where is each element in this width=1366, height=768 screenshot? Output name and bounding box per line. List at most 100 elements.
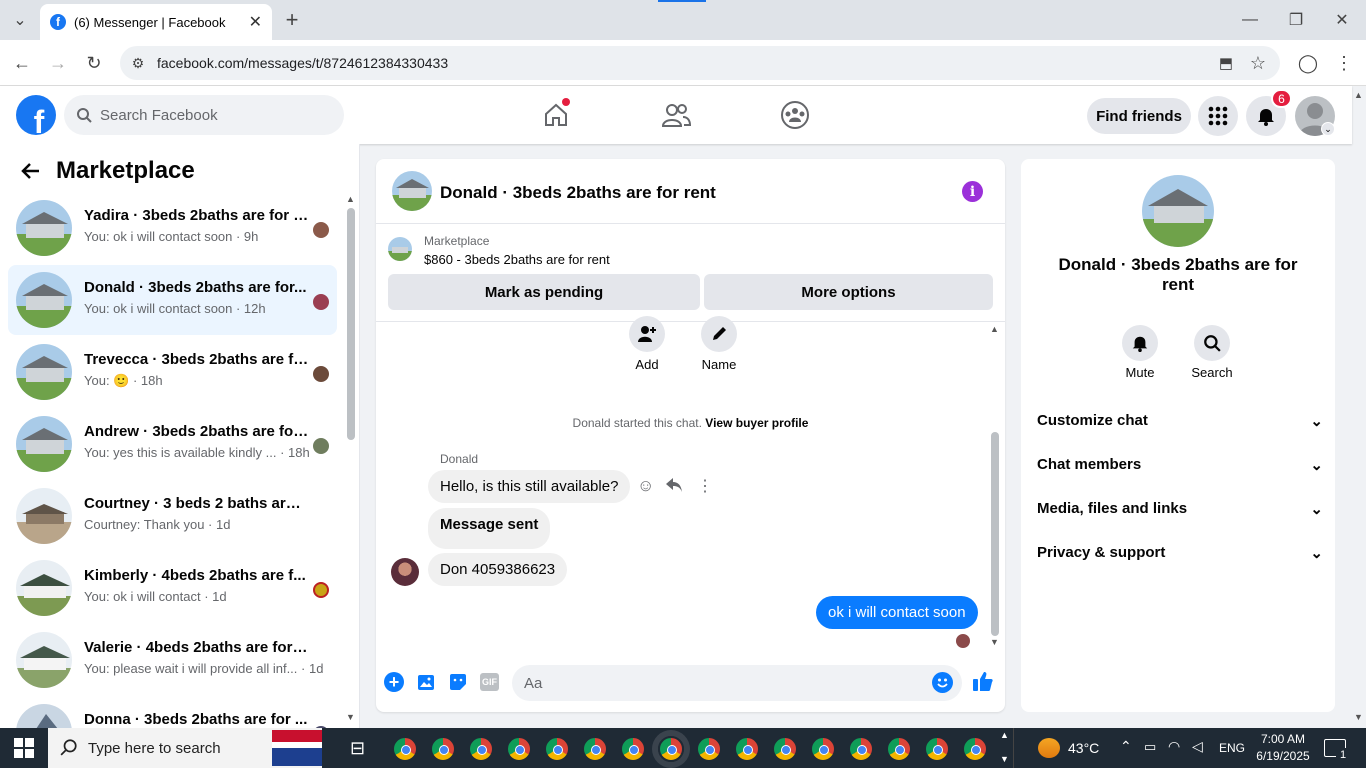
more-options-button[interactable]: More options [704,274,993,310]
chat-listing-avatar[interactable] [392,171,432,211]
customize-chat-row[interactable]: Customize chat ⌄ [1037,412,1323,430]
thumbs-up-icon[interactable] [972,670,994,697]
install-app-icon[interactable]: ⬒ [1212,49,1240,77]
minimize-icon[interactable]: — [1236,6,1264,34]
more-actions-icon[interactable]: ⋮ [697,476,713,496]
battery-icon[interactable]: ▭ [1144,739,1156,755]
show-hidden-icons-icon[interactable]: ⌃ [1120,738,1132,755]
chrome-taskbar-app-icon[interactable] [734,736,760,762]
conversation-item[interactable]: Valerie · 4beds 2baths are for rent You:… [8,625,337,695]
add-person-icon[interactable] [629,316,665,352]
conversation-item[interactable]: Andrew · 3beds 2baths are for... You: ye… [8,409,337,479]
taskbar-scroll-down-icon[interactable]: ▼ [1000,754,1009,764]
new-tab-icon[interactable]: + [278,6,306,34]
privacy-support-row[interactable]: Privacy & support ⌄ [1037,544,1323,562]
site-info-icon[interactable]: ⚙ [124,49,152,77]
emoji-icon[interactable] [932,672,953,693]
chrome-taskbar-app-icon[interactable] [506,736,532,762]
chrome-taskbar-app-icon[interactable] [392,736,418,762]
facebook-search-input[interactable]: Search Facebook [64,95,344,135]
friends-icon[interactable] [659,98,693,132]
chat-scrollbar[interactable] [991,432,999,636]
conversation-item[interactable]: Donna · 3beds 2baths are for ... [8,697,337,728]
conversation-item[interactable]: Courtney · 3 beds 2 baths are fo... Cour… [8,481,337,551]
incoming-message[interactable]: Message sent [428,508,551,549]
input-language[interactable]: ENG [1219,741,1245,755]
edit-name-icon[interactable] [701,316,737,352]
incoming-message[interactable]: Hello, is this still available? [428,470,631,503]
search-chat-icon[interactable] [1194,325,1230,361]
reload-icon[interactable]: ↻ [80,49,108,77]
facebook-logo-icon[interactable]: f [16,95,56,135]
chrome-taskbar-app-icon[interactable] [886,736,912,762]
chrome-taskbar-app-icon[interactable] [544,736,570,762]
chrome-taskbar-app-icon[interactable] [658,736,684,762]
react-emoji-icon[interactable]: ☺ [637,476,654,496]
chrome-taskbar-app-icon[interactable] [430,736,456,762]
url-field[interactable]: facebook.com/messages/t/8724612384330433 [120,46,1280,80]
image-icon[interactable] [416,672,436,697]
chrome-taskbar-app-icon[interactable] [848,736,874,762]
browser-tab[interactable]: f (6) Messenger | Facebook ✕ [40,4,272,40]
contact-avatar[interactable] [1142,175,1214,247]
scroll-down-icon[interactable]: ▼ [346,712,355,722]
task-view-icon[interactable]: ⊟ [350,738,365,759]
back-arrow-icon[interactable] [20,160,42,188]
sticker-icon[interactable] [448,672,468,697]
groups-icon[interactable] [778,98,812,132]
listing-divider [376,321,1005,322]
bookmark-star-icon[interactable]: ☆ [1244,49,1272,77]
info-icon[interactable]: i [962,181,983,202]
media-files-links-row[interactable]: Media, files and links ⌄ [1037,500,1323,518]
chrome-taskbar-app-icon[interactable] [468,736,494,762]
chrome-taskbar-app-icon[interactable] [696,736,722,762]
chrome-taskbar-app-icon[interactable] [962,736,988,762]
chrome-taskbar-app-icon[interactable] [772,736,798,762]
scroll-up-icon[interactable]: ▲ [346,194,355,204]
sender-avatar[interactable] [391,558,419,586]
windows-start-icon[interactable] [14,738,34,763]
reply-icon[interactable] [665,476,683,499]
chrome-taskbar-app-icon[interactable] [810,736,836,762]
page-scroll-up-icon[interactable]: ▲ [1354,90,1363,100]
menu-grid-icon[interactable] [1198,96,1238,136]
chrome-taskbar-app-icon[interactable] [620,736,646,762]
conversation-item[interactable]: Donald · 3beds 2baths are for... You: ok… [8,265,337,335]
chevron-down-icon: ⌄ [1310,545,1323,562]
view-buyer-profile-link[interactable]: View buyer profile [705,416,808,430]
chat-scroll-up-icon[interactable]: ▲ [990,324,999,334]
outgoing-message[interactable]: ok i will contact soon [816,596,978,629]
conversation-list-scrollbar[interactable] [347,208,355,440]
conversation-item[interactable]: Kimberly · 4beds 2baths are f... You: ok… [8,553,337,623]
weather-sun-icon[interactable] [1038,738,1060,758]
find-friends-button[interactable]: Find friends [1087,98,1191,134]
restore-icon[interactable]: ❐ [1282,6,1310,34]
incoming-message[interactable]: Don 4059386623 [428,553,568,586]
chrome-taskbar-app-icon[interactable] [924,736,950,762]
conversation-item[interactable]: Yadira · 3beds 2baths are for r... You: … [8,193,337,263]
system-clock[interactable]: 7:00 AM 6/19/2025 [1250,731,1316,765]
profile-icon[interactable]: ◯ [1294,49,1322,77]
mark-as-pending-button[interactable]: Mark as pending [388,274,700,310]
tab-search-icon[interactable]: ⌄ [6,6,34,34]
page-scroll-down-icon[interactable]: ▼ [1354,712,1363,722]
chat-members-row[interactable]: Chat members ⌄ [1037,456,1323,474]
gif-icon[interactable]: GIF [480,673,499,691]
account-chevron-icon[interactable]: ⌄ [1321,122,1335,136]
chrome-taskbar-app-icon[interactable] [582,736,608,762]
message-input[interactable]: Aa [512,665,962,701]
chat-title[interactable]: Donald · 3beds 2baths are for rent [440,183,716,203]
weather-temperature[interactable]: 43°C [1068,740,1099,756]
volume-icon[interactable]: ◁ [1192,738,1203,755]
forward-icon[interactable]: → [44,49,72,77]
close-window-icon[interactable]: ✕ [1328,6,1356,34]
plus-circle-icon[interactable]: + [384,672,404,692]
close-tab-icon[interactable]: ✕ [249,12,262,32]
wifi-icon[interactable]: ◠ [1168,738,1180,755]
back-icon[interactable]: ← [8,49,36,77]
taskbar-scroll-up-icon[interactable]: ▲ [1000,730,1009,740]
chrome-menu-icon[interactable]: ⋮ [1330,49,1358,77]
mute-bell-icon[interactable] [1122,325,1158,361]
chat-scroll-down-icon[interactable]: ▼ [990,637,999,647]
conversation-item[interactable]: Trevecca · 3beds 2baths are fo... You: 🙂… [8,337,337,407]
